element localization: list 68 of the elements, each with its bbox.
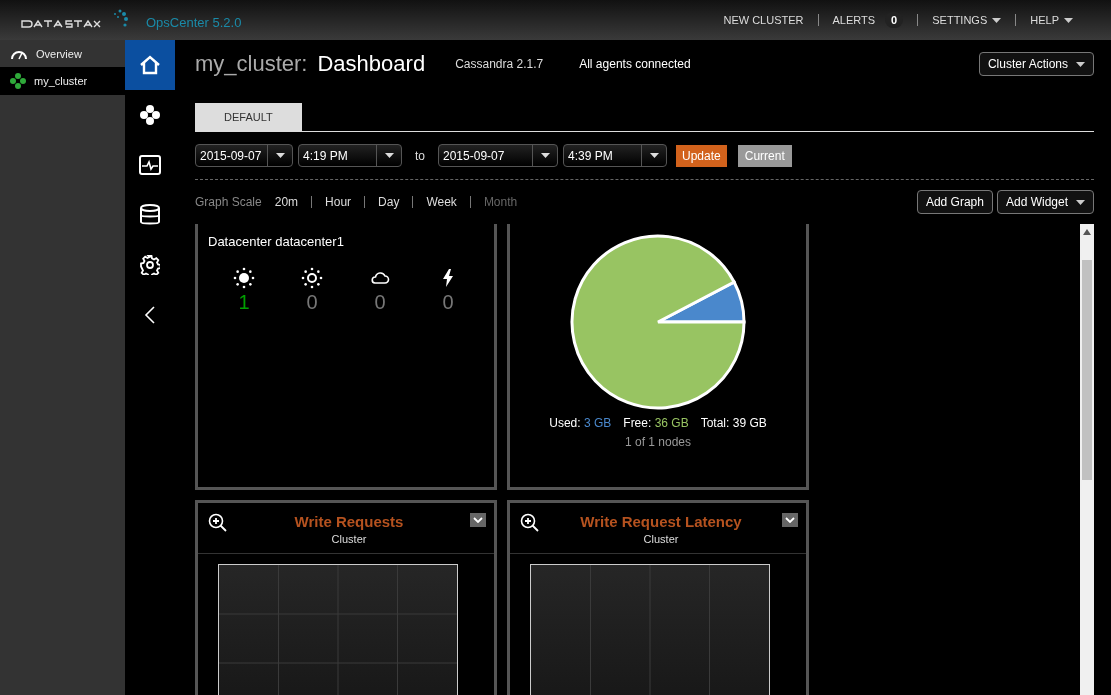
update-button[interactable]: Update	[676, 144, 727, 167]
chevron-down-icon	[473, 517, 483, 523]
add-widget-button[interactable]: Add Widget	[996, 190, 1094, 214]
alert-count-badge: 0	[885, 12, 904, 28]
sun-outline-icon	[301, 267, 323, 289]
agents-status: All agents connected	[579, 57, 691, 71]
node-count: 0	[374, 291, 386, 314]
graph-title: Write Request Latency	[579, 513, 743, 530]
nodes-icon	[140, 105, 160, 125]
datacenter-title: Datacenter datacenter1	[208, 234, 345, 249]
database-icon	[140, 204, 160, 226]
add-graph-button[interactable]: Add Graph	[916, 190, 993, 214]
node-count: 1	[238, 291, 250, 314]
date-select[interactable]: 2015-09-07	[195, 144, 293, 167]
caret-icon	[649, 153, 659, 158]
cluster-icon	[10, 73, 26, 89]
scale-option[interactable]: 20m	[274, 195, 299, 209]
scale-option[interactable]: Day	[378, 195, 400, 209]
caret-icon	[1076, 199, 1085, 205]
free-storage: Free: 36 GB	[623, 416, 689, 430]
monitor-icon	[139, 155, 161, 175]
caret-icon	[992, 17, 1002, 23]
caret-icon	[1064, 17, 1073, 23]
nav-menu[interactable]: SETTINGS	[932, 14, 1002, 26]
page-title: Dashboard	[317, 51, 426, 77]
nav-rail-item[interactable]	[125, 40, 175, 90]
total-storage: Total: 39 GB	[700, 416, 767, 430]
used-storage: Used: 3 GB	[549, 416, 612, 430]
graph-subtitle: Cluster	[330, 533, 368, 545]
caret-icon	[384, 153, 394, 158]
node-count: 0	[442, 291, 454, 314]
chevron-left-icon	[144, 305, 156, 325]
nav-menu[interactable]: HELP	[1030, 14, 1073, 26]
sidebar-item[interactable]: my_cluster	[0, 67, 125, 95]
nodes-summary: 1 of 1 nodes	[623, 435, 693, 449]
dashboard-tab[interactable]: DEFAULT	[195, 103, 302, 131]
home-icon	[139, 55, 161, 75]
time-select[interactable]: 4:39 PM	[563, 144, 667, 167]
caret-icon	[275, 153, 285, 158]
to-label: to	[415, 148, 425, 163]
scale-option[interactable]: Week	[426, 195, 457, 209]
dropdown-button[interactable]	[782, 513, 798, 527]
nav-link[interactable]: NEW CLUSTER	[723, 14, 804, 26]
scale-option[interactable]: Hour	[325, 195, 352, 209]
alerts-link[interactable]: ALERTS	[832, 14, 876, 26]
cassandra-version: Cassandra 2.1.7	[455, 57, 544, 71]
zoom-in-icon[interactable]	[208, 513, 228, 533]
sidebar-item[interactable]: Overview	[0, 40, 125, 67]
caret-icon	[540, 153, 550, 158]
time-select[interactable]: 4:19 PM	[298, 144, 402, 167]
cluster-name: my_cluster:	[195, 51, 308, 77]
sun-icon	[233, 267, 255, 289]
chevron-down-icon	[785, 517, 795, 523]
zoom-in-icon[interactable]	[520, 513, 540, 533]
dropdown-button[interactable]	[470, 513, 486, 527]
cluster-actions-button[interactable]: Cluster Actions	[978, 52, 1094, 76]
cloud-icon	[370, 271, 390, 285]
settings-icon	[140, 255, 160, 275]
product-version: OpsCenter 5.2.0	[146, 14, 242, 30]
graph-scale-label: Graph Scale	[195, 195, 262, 209]
lightning-icon	[442, 269, 454, 287]
scroll-up-icon[interactable]	[1083, 229, 1091, 235]
graph-title: Write Requests	[293, 513, 405, 530]
caret-icon	[1076, 61, 1085, 67]
graph-subtitle: Cluster	[642, 533, 680, 545]
node-count: 0	[306, 291, 318, 314]
scrollbar[interactable]	[1080, 224, 1094, 695]
date-select[interactable]: 2015-09-07	[438, 144, 558, 167]
